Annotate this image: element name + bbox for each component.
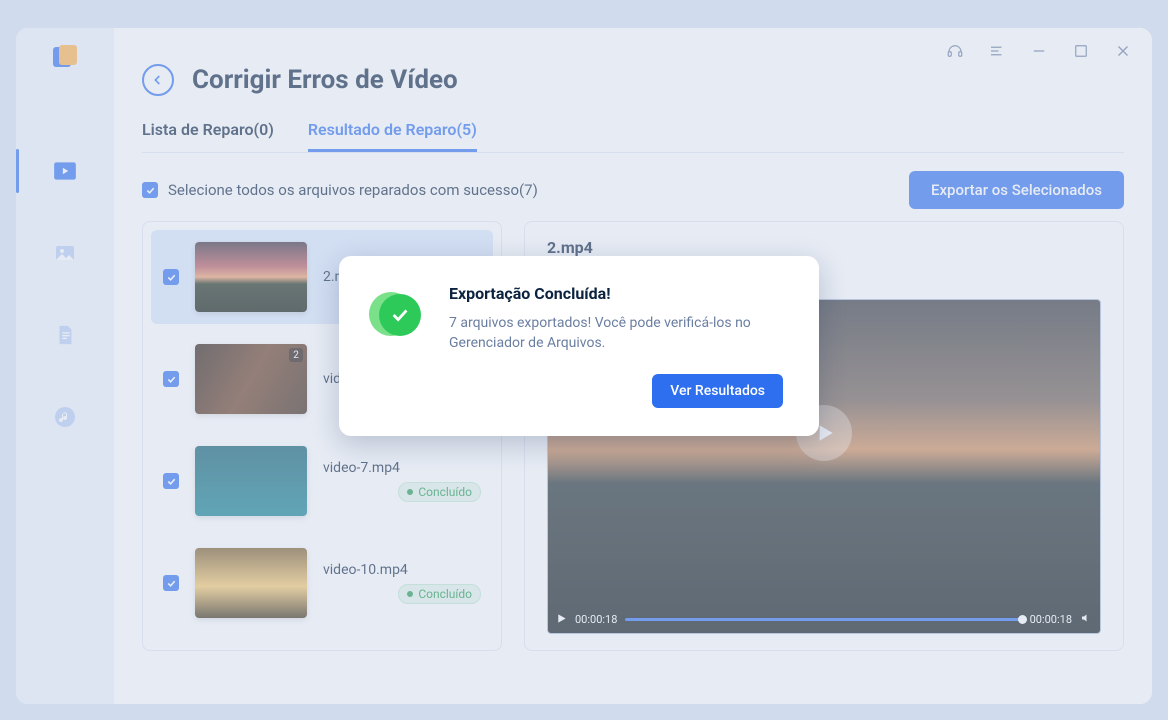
- view-results-button[interactable]: Ver Resultados: [652, 374, 783, 408]
- dialog-title: Exportação Concluída!: [449, 284, 783, 303]
- modal-overlay: Exportação Concluída! 7 arquivos exporta…: [0, 0, 1168, 720]
- dialog-message: 7 arquivos exportados! Você pode verific…: [449, 313, 783, 354]
- success-icon: [375, 290, 423, 338]
- dialog-body: Exportação Concluída! 7 arquivos exporta…: [449, 284, 783, 408]
- export-complete-dialog: Exportação Concluída! 7 arquivos exporta…: [339, 256, 819, 436]
